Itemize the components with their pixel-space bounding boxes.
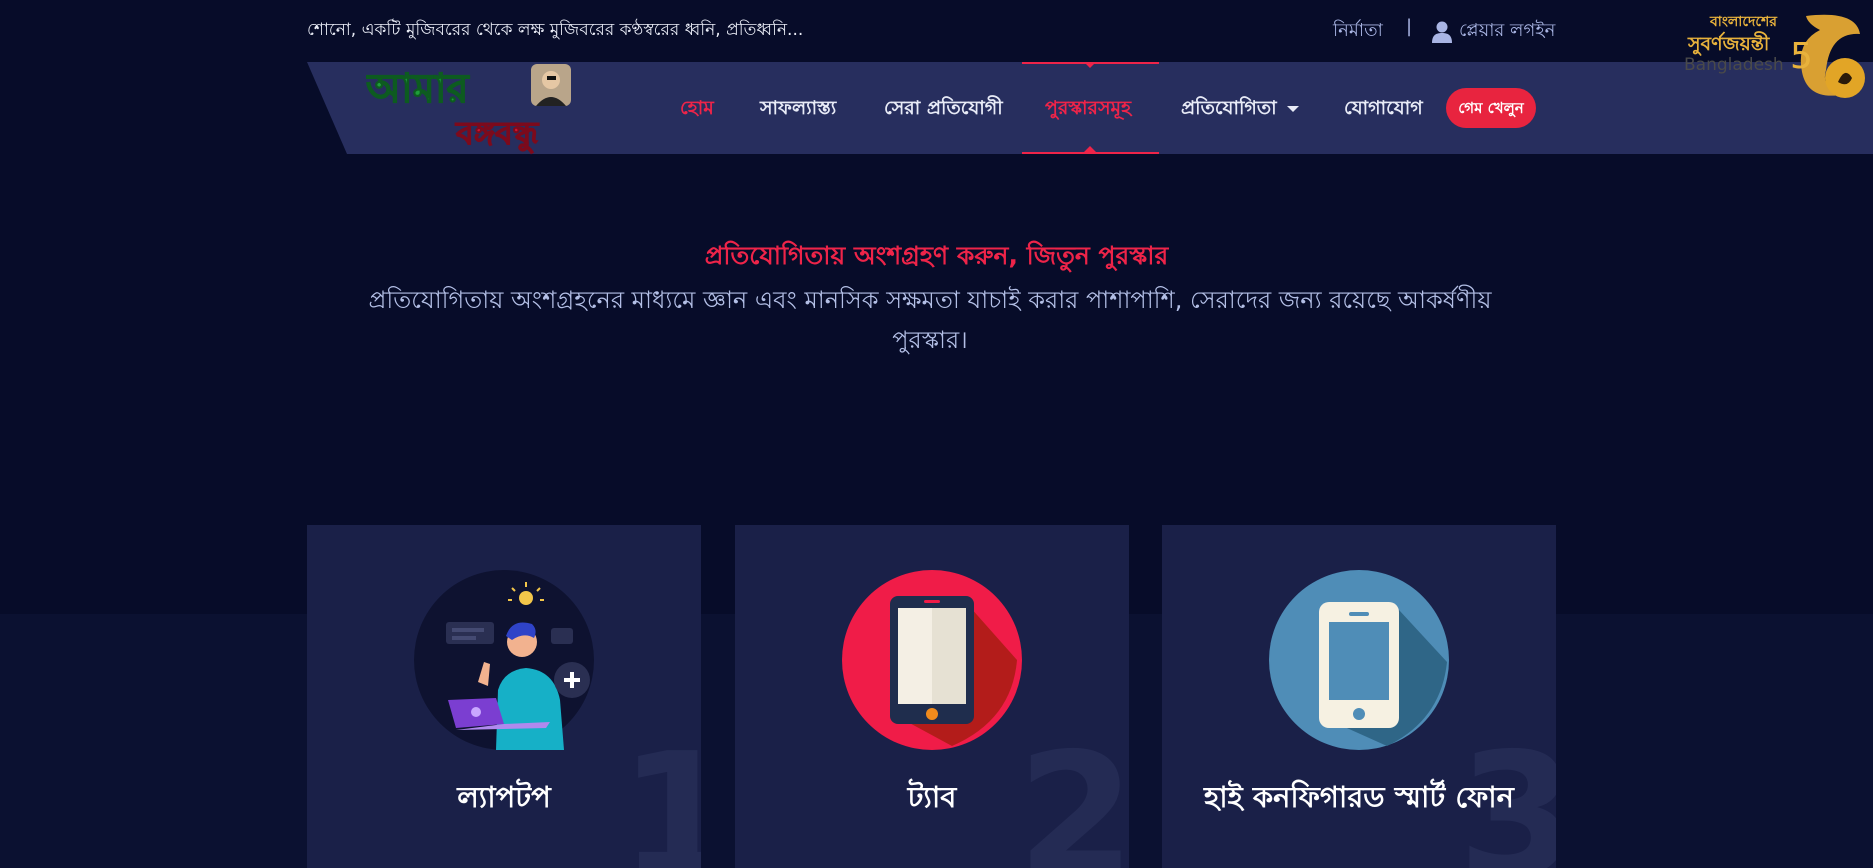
hero-title: প্রতিযোগিতায় অংশগ্রহণ করুন, জিতুন পুরস্…	[704, 241, 1169, 270]
active-indicator-bottom-arrow	[1084, 146, 1096, 152]
card-title: ল্যাপটপ	[457, 780, 551, 814]
nav-success[interactable]: সাফল্যাস্ত্য	[760, 94, 836, 126]
producer-link[interactable]: নির্মাতা	[1333, 16, 1383, 47]
emblem-line3: Bangladesh	[1684, 55, 1784, 75]
prize-card-smartphone: 3 হাই কনফিগারড স্মার্ট ফোন	[1162, 525, 1556, 868]
portrait-icon	[531, 64, 571, 106]
laptop-person-icon	[414, 570, 594, 750]
emblem-line2: সুবর্ণজয়ন্তী	[1687, 31, 1771, 56]
nav-top-players[interactable]: সেরা প্রতিযোগী	[884, 94, 1003, 126]
nav-home[interactable]: হোম	[680, 94, 714, 126]
smartphone-icon	[1269, 570, 1449, 750]
nav-competition-dropdown[interactable]: প্রতিযোগিতা	[1181, 94, 1299, 126]
nav-contact[interactable]: যোগাযোগ	[1344, 94, 1423, 126]
active-indicator-top-arrow	[1084, 62, 1096, 68]
chevron-down-icon	[1286, 105, 1299, 112]
tablet-icon	[842, 570, 1022, 750]
top-strip: শোনো, একটি মুজিবরের থেকে লক্ষ মুজিবরের ক…	[0, 0, 1873, 60]
card-title: ট্যাব	[907, 780, 957, 814]
emblem-line1: বাংলাদেশের	[1709, 14, 1778, 30]
user-icon	[1432, 21, 1452, 43]
logo-line2: বঙ্গবন্ধু	[455, 114, 540, 154]
prize-card-laptop: 1 ল্যাপটপ	[307, 525, 701, 868]
nav-competition-label: প্রতিযোগিতা	[1181, 97, 1277, 119]
prize-card-tablet: 2 ট্যাব	[735, 525, 1129, 868]
card-title: হাই কনফিগারড স্মার্ট ফোন	[1204, 780, 1514, 814]
player-login-link[interactable]: প্লেয়ার লগইন	[1432, 16, 1555, 47]
site-logo[interactable]: আমার বঙ্গবন্ধু	[366, 60, 596, 156]
nav-prizes[interactable]: পুরস্কারসমূহ	[1045, 94, 1131, 126]
play-game-button[interactable]: গেম খেলুন	[1446, 88, 1536, 128]
golden-jubilee-emblem: বাংলাদেশের সুবর্ণজয়ন্তী Bangladesh 5	[1684, 14, 1865, 98]
player-login-label: প্লেয়ার লগইন	[1459, 20, 1556, 41]
emblem-digit: 5	[1790, 36, 1813, 77]
hero-description: প্রতিযোগিতায় অংশগ্রহনের মাধ্যমে জ্ঞান এ…	[368, 286, 1492, 354]
divider: |	[1406, 16, 1413, 37]
logo-line1: আমার	[366, 66, 470, 112]
news-ticker: শোনো, একটি মুজিবরের থেকে লক্ষ মুজিবরের ক…	[307, 20, 804, 40]
